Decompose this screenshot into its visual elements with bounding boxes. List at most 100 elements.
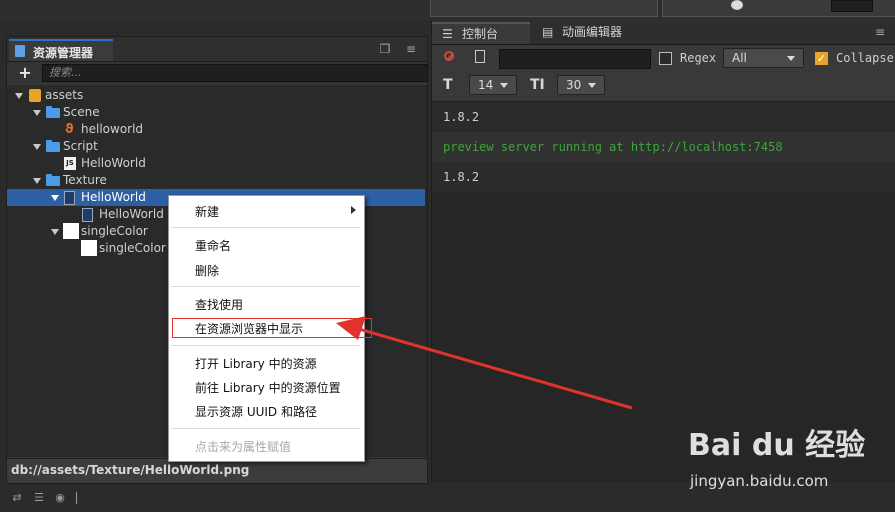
tree-item-scene[interactable]: Scene [7, 104, 427, 121]
tree-label: Texture [63, 173, 107, 187]
menu-item-label: 前往 Library 中的资源位置 [195, 381, 341, 395]
white-sprite-icon [81, 240, 97, 256]
chevron-down-icon [787, 56, 795, 61]
texture-icon [64, 191, 75, 205]
tree-label: Script [63, 139, 98, 153]
tree-label: HelloWorld [81, 156, 146, 170]
add-asset-button[interactable]: + [14, 64, 36, 82]
folder-icon [46, 140, 60, 152]
menu-item-label: 打开 Library 中的资源 [195, 357, 317, 371]
log-text: preview server running at http://localho… [443, 140, 783, 154]
log-level-value: All [732, 51, 747, 65]
caret-down-icon[interactable] [33, 178, 41, 184]
tab-assets[interactable]: 资源管理器 [9, 39, 113, 61]
line-height-select[interactable]: 30 [557, 75, 605, 95]
console-tabs: ☰ 控制台 ▤ 动画编辑器 ≡ [432, 20, 895, 45]
tab-console[interactable]: ☰ 控制台 [432, 22, 530, 44]
menu-item-label: 新建 [195, 205, 220, 219]
caret-down-icon[interactable] [15, 93, 23, 99]
menu-item-label: 点击来为属性赋值 [195, 440, 292, 454]
tree-item-texture[interactable]: Texture [7, 172, 427, 189]
menu-item-open-in-library[interactable]: 打开 Library 中的资源 [195, 355, 317, 372]
log-entry[interactable]: 1.8.2 [432, 102, 895, 132]
regex-checkbox[interactable] [659, 52, 672, 65]
caret-down-icon[interactable] [51, 195, 59, 201]
assets-panel-header: 资源管理器 ❐ ≡ [7, 37, 427, 62]
database-icon [15, 45, 25, 57]
console-panel: ☰ 控制台 ▤ 动画编辑器 ≡ Regex All ✓ Collapse T 1… [431, 20, 895, 482]
assets-search-input[interactable]: 搜索... [42, 64, 428, 82]
chevron-down-icon [500, 83, 508, 88]
watermark-brand: Bai du 经验 [688, 428, 866, 463]
tree-label: singleColor [81, 224, 148, 238]
tree-item-script-file[interactable]: JS HelloWorld [7, 155, 427, 172]
assets-search-row: + 搜索... [7, 62, 428, 84]
collapse-label: Collapse [836, 51, 894, 65]
caret-down-icon[interactable] [33, 110, 41, 116]
baidu-watermark: Bai du 经验 jingyan.baidu.com [688, 420, 888, 500]
top-strip [0, 0, 895, 20]
open-log-file-icon[interactable] [475, 50, 485, 63]
line-height-icon: TI [530, 77, 545, 93]
folder-icon [46, 174, 60, 186]
font-size-value: 14 [478, 78, 494, 92]
maximize-icon[interactable]: ❐ [377, 41, 393, 57]
tree-label: HelloWorld [99, 207, 164, 221]
log-entry[interactable]: 1.8.2 [432, 162, 895, 192]
collapse-checkbox[interactable]: ✓ [815, 52, 828, 65]
menu-icon[interactable]: ≡ [872, 24, 888, 40]
menu-separator [171, 227, 360, 228]
tree-item-script[interactable]: Script [7, 138, 427, 155]
menu-item-label: 重命名 [195, 239, 232, 253]
console-icon: ☰ [442, 27, 453, 41]
top-value-field[interactable] [831, 0, 873, 12]
slider-knob[interactable] [731, 0, 743, 10]
caret-down-icon[interactable] [33, 144, 41, 150]
menu-item-new[interactable]: 新建 [195, 203, 219, 220]
console-toolbar: Regex All ✓ Collapse [432, 45, 895, 71]
folder-icon [46, 106, 60, 118]
menu-item-rename[interactable]: 重命名 [195, 237, 231, 254]
regex-label: Regex [680, 51, 717, 65]
console-filter-input[interactable] [499, 49, 651, 69]
menu-item-find-usages[interactable]: 查找使用 [195, 296, 243, 313]
white-texture-icon [63, 223, 79, 239]
log-entry[interactable]: preview server running at http://localho… [432, 132, 895, 162]
tree-item-scene-file[interactable]: ϑ helloworld [7, 121, 427, 138]
tree-label: helloworld [81, 122, 144, 136]
database-icon[interactable]: ☰ [33, 492, 45, 504]
top-panel-stub-left [430, 0, 658, 17]
submenu-arrow-icon [351, 206, 356, 214]
eye-icon[interactable]: ◉ [54, 492, 66, 504]
menu-item-label: 查找使用 [195, 298, 244, 312]
menu-separator [171, 428, 360, 429]
menu-separator [171, 345, 360, 346]
log-text: 1.8.2 [443, 110, 480, 124]
tab-console-label: 控制台 [462, 27, 499, 41]
font-size-select[interactable]: 14 [469, 75, 517, 95]
fire-icon: ϑ [65, 122, 74, 137]
clear-icon[interactable] [444, 51, 454, 61]
log-level-select[interactable]: All [723, 48, 804, 68]
caret-down-icon[interactable] [51, 229, 59, 235]
sprite-frame-icon [82, 208, 93, 222]
js-file-icon: JS [64, 157, 76, 170]
tree-item-assets[interactable]: assets [7, 87, 427, 104]
menu-icon[interactable]: ≡ [403, 41, 419, 57]
chevron-down-icon [588, 83, 596, 88]
watermark-url: jingyan.baidu.com [690, 472, 829, 490]
font-size-icon: T [443, 77, 453, 93]
refresh-icon[interactable]: ⇄ [11, 492, 23, 504]
tree-label: singleColor [99, 241, 166, 255]
selected-asset-path: db://assets/Texture/HelloWorld.png [11, 463, 250, 477]
menu-item-show-uuid-path[interactable]: 显示资源 UUID 和路径 [195, 403, 317, 420]
database-icon [29, 89, 41, 102]
menu-item-label: 删除 [195, 264, 220, 278]
tab-animation-label: 动画编辑器 [562, 25, 623, 39]
console-font-toolbar: T 14 TI 30 [432, 71, 895, 102]
menu-item-delete[interactable]: 删除 [195, 262, 219, 279]
tree-label: HelloWorld [81, 190, 146, 204]
tab-animation-editor[interactable]: ▤ 动画编辑器 [532, 22, 632, 44]
log-text: 1.8.2 [443, 170, 480, 184]
menu-item-goto-library-location[interactable]: 前往 Library 中的资源位置 [195, 379, 341, 396]
